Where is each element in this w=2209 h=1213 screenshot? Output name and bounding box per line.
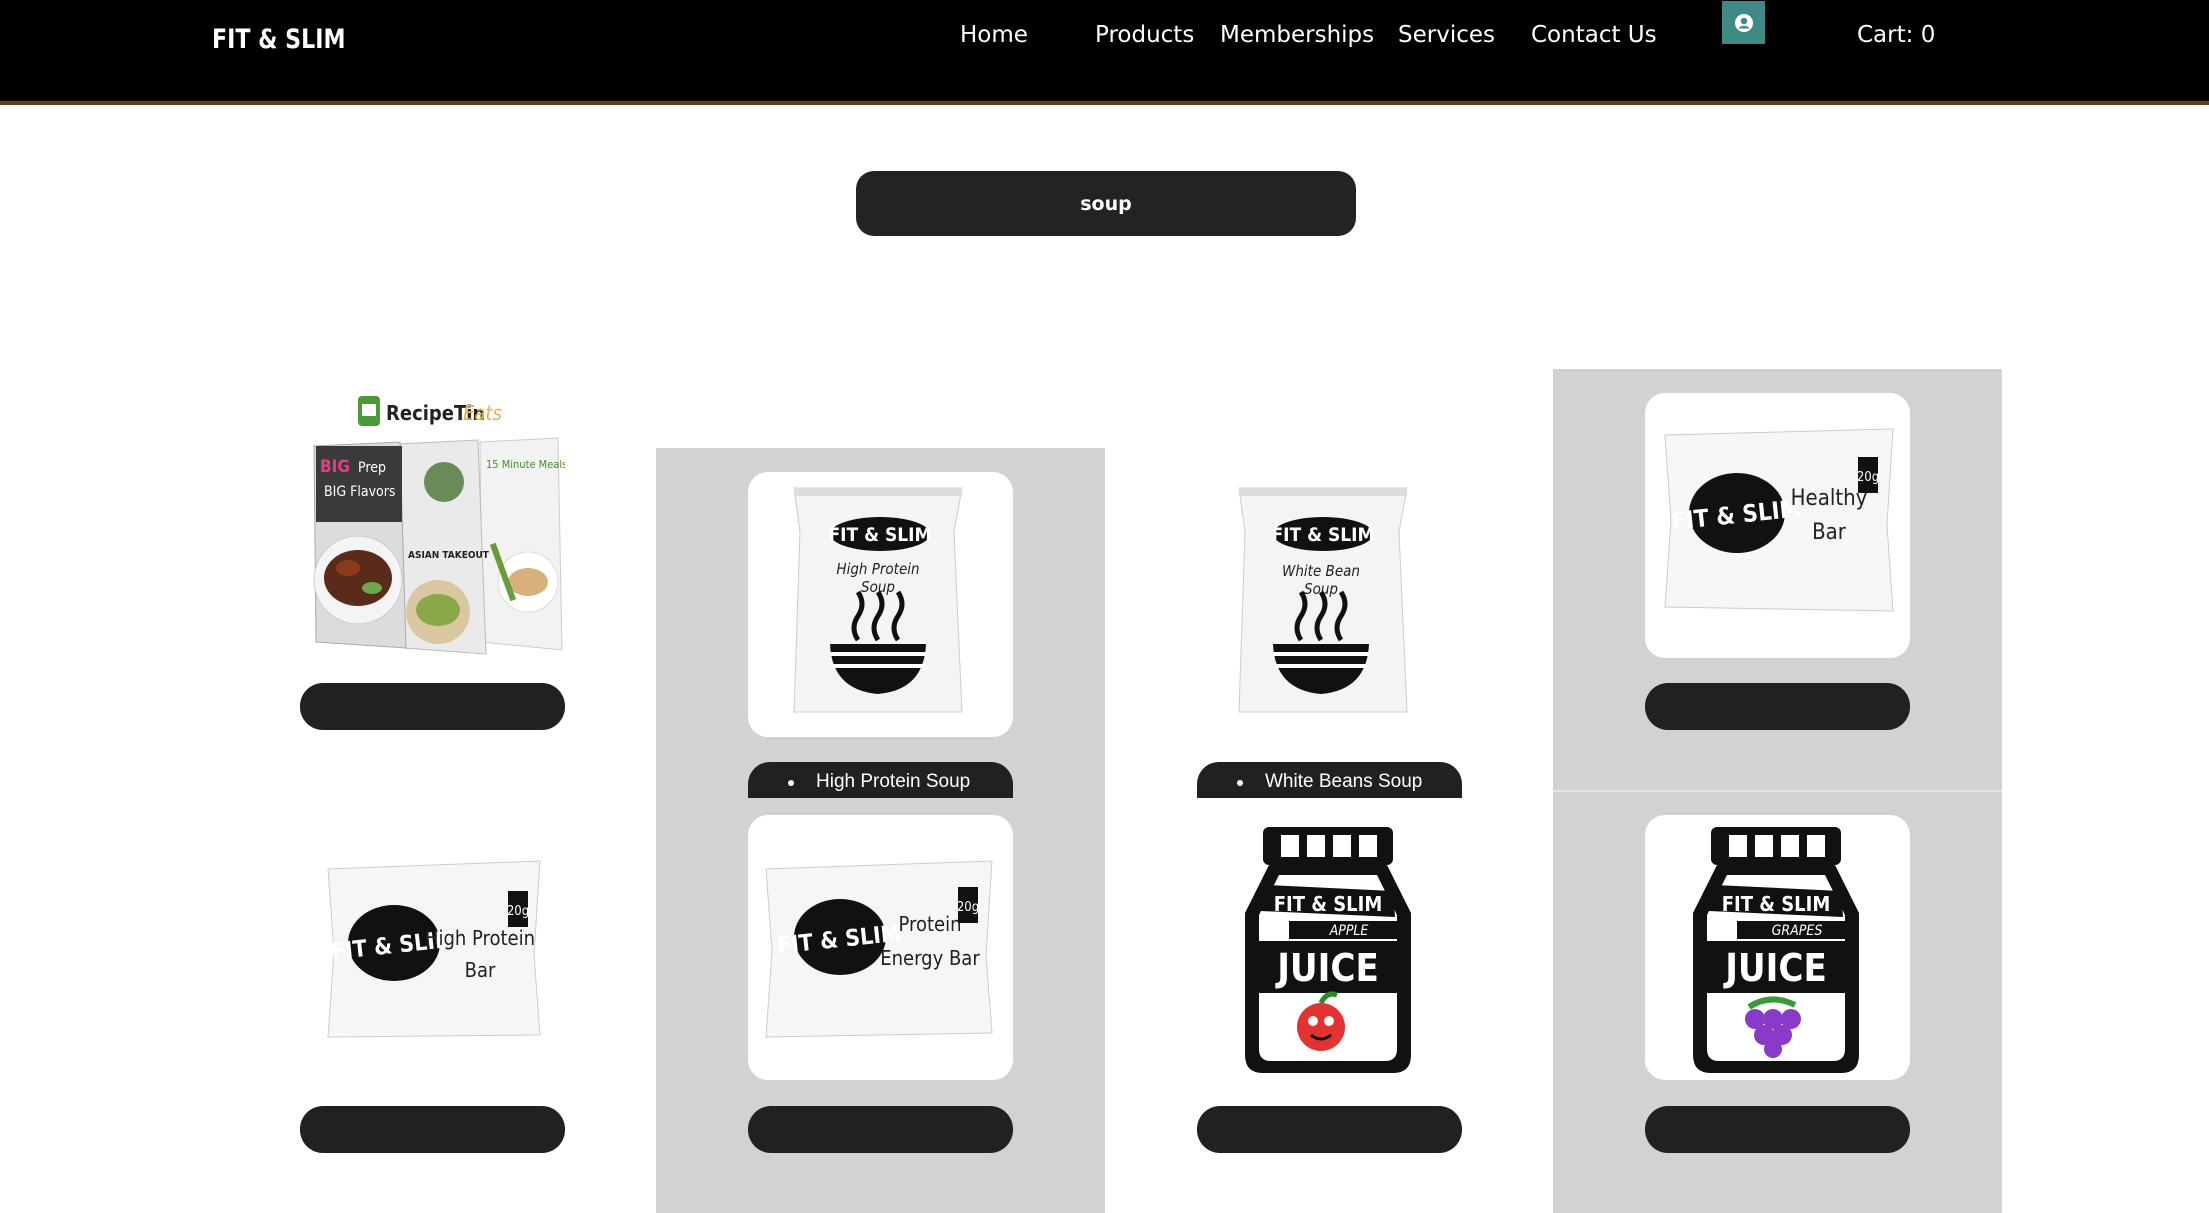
- hp-soup-brand: FIT & SLIM: [828, 524, 931, 546]
- top-nav: FIT & SLIM Home Products Memberships Ser…: [0, 0, 2209, 105]
- apple-juice-word: JUICE: [1275, 946, 1379, 990]
- healthy-bar-line1: Healthy: [1791, 486, 1868, 511]
- pe-bar-line2: Energy Bar: [880, 946, 980, 970]
- wb-soup-line1: White Bean: [1282, 562, 1360, 580]
- product-button-healthy-bar[interactable]: [1645, 683, 1910, 730]
- product-card-apple-juice[interactable]: FIT & SLIM APPLE JUICE: [1197, 815, 1462, 1080]
- product-button-protein-energy-bar[interactable]: [748, 1106, 1013, 1153]
- product-button-recipe-book[interactable]: [300, 683, 565, 730]
- label-text: High Protein Soup: [816, 771, 971, 792]
- nav-products[interactable]: Products: [1095, 22, 1194, 48]
- product-button-high-protein-bar[interactable]: [300, 1106, 565, 1153]
- apple-juice-brand: FIT & SLIM: [1274, 892, 1383, 916]
- high-protein-bar-image: FIT & SLIM High Protein Bar 20g: [327, 860, 541, 1038]
- cover3-title: 15 Minute Meals: [486, 458, 565, 471]
- wb-soup-brand: FIT & SLIM: [1271, 524, 1374, 546]
- grapes-juice-word: JUICE: [1723, 946, 1827, 990]
- product-card-healthy-bar[interactable]: FIT & SLIM Healthy Bar 20g: [1645, 393, 1910, 658]
- label-high-protein-soup[interactable]: High Protein Soup: [748, 762, 1013, 798]
- product-card-protein-energy-bar[interactable]: FIT & SLIM Protein Energy Bar 20g: [748, 815, 1013, 1080]
- pe-bar-weight: 20g: [957, 900, 979, 915]
- pe-bar-line1: Protein: [899, 912, 962, 936]
- hp-bar-line1: High Protein: [425, 926, 535, 950]
- healthy-bar-line2: Bar: [1812, 520, 1847, 545]
- product-button-apple-juice[interactable]: [1197, 1106, 1462, 1153]
- search-value: soup: [1080, 192, 1132, 215]
- grapes-juice-image: FIT & SLIM GRAPES JUICE: [1693, 827, 1859, 1073]
- healthy-bar-image: FIT & SLIM Healthy Bar 20g: [1664, 428, 1894, 612]
- protein-energy-bar-image: FIT & SLIM Protein Energy Bar 20g: [765, 860, 993, 1038]
- apple-juice-image: FIT & SLIM APPLE JUICE: [1245, 827, 1411, 1073]
- product-card-high-protein-soup[interactable]: FIT & SLIM High Protein Soup: [748, 472, 1013, 737]
- nav-contact[interactable]: Contact Us: [1531, 22, 1657, 48]
- hp-soup-line1: High Protein: [836, 560, 919, 578]
- cover2-title: ASIAN TAKEOUT: [408, 550, 490, 561]
- column-divider: [1553, 790, 2002, 792]
- product-card-grapes-juice[interactable]: FIT & SLIM GRAPES JUICE: [1645, 815, 1910, 1080]
- search-button[interactable]: soup: [856, 171, 1356, 236]
- product-card-high-protein-bar[interactable]: FIT & SLIM High Protein Bar 20g: [300, 815, 565, 1080]
- nav-memberships[interactable]: Memberships: [1220, 22, 1374, 48]
- nav-services[interactable]: Services: [1398, 22, 1495, 48]
- high-protein-soup-image: FIT & SLIM High Protein Soup: [793, 487, 963, 713]
- hp-bar-weight: 20g: [507, 904, 529, 919]
- white-bean-soup-image: FIT & SLIM White Bean Soup: [1238, 487, 1408, 713]
- product-card-white-bean-soup[interactable]: FIT & SLIM White Bean Soup: [1197, 472, 1462, 737]
- recipe-brand-script: Eats: [463, 401, 502, 425]
- account-button[interactable]: [1722, 1, 1765, 44]
- product-button-grapes-juice[interactable]: [1645, 1106, 1910, 1153]
- nav-home[interactable]: Home: [960, 22, 1028, 48]
- bullet-icon: [788, 780, 794, 786]
- label-text: White Beans Soup: [1265, 771, 1423, 792]
- bullet-icon: [1237, 780, 1243, 786]
- grapes-juice-flavor: GRAPES: [1772, 923, 1823, 939]
- cover1-big: BIG: [320, 457, 350, 477]
- product-card-recipe-book[interactable]: RecipeTin Eats 15 Minute Meals ASIAN TAK…: [300, 392, 567, 657]
- hp-bar-line2: Bar: [465, 958, 496, 982]
- healthy-bar-weight: 20g: [1857, 470, 1879, 485]
- cover1-flavors: BIG Flavors: [324, 484, 395, 500]
- apple-juice-flavor: APPLE: [1329, 923, 1369, 939]
- cart-link[interactable]: Cart: 0: [1857, 22, 1935, 48]
- recipe-book-image: RecipeTin Eats 15 Minute Meals ASIAN TAK…: [313, 396, 567, 655]
- grapes-juice-brand: FIT & SLIM: [1722, 892, 1831, 916]
- label-white-beans-soup[interactable]: White Beans Soup: [1197, 762, 1462, 798]
- site-logo[interactable]: FIT & SLIM: [212, 24, 346, 55]
- user-circle-icon: [1734, 13, 1753, 32]
- cover1-prep: Prep: [358, 460, 386, 476]
